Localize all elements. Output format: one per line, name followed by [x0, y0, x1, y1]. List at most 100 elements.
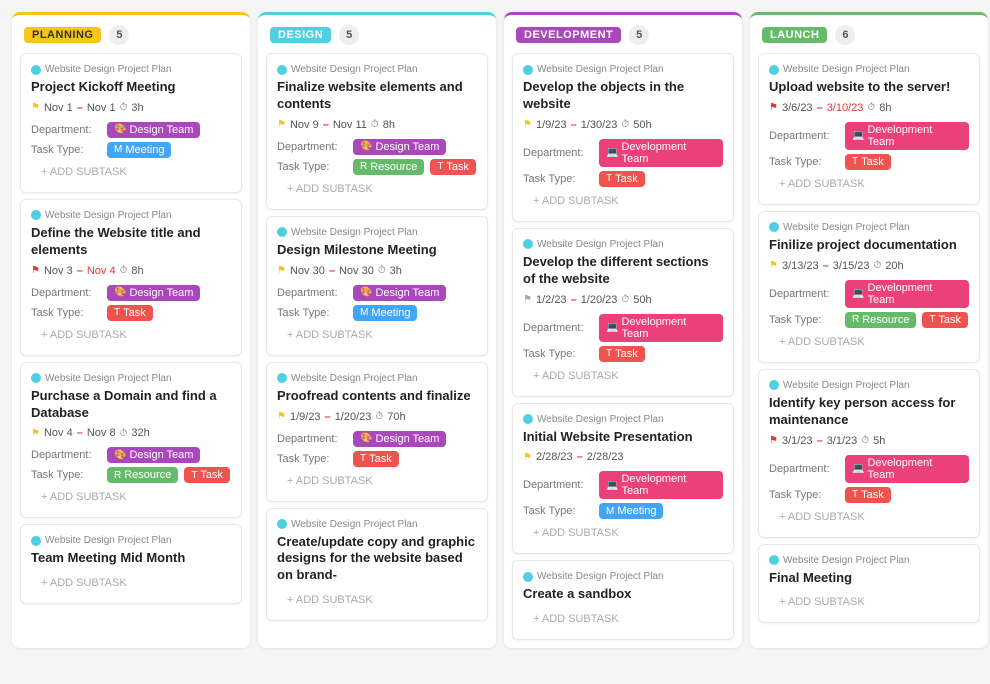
column-count-design: 5 — [339, 25, 359, 45]
card[interactable]: Website Design Project PlanProofread con… — [266, 362, 488, 502]
card[interactable]: Website Design Project PlanDesign Milest… — [266, 216, 488, 356]
card[interactable]: Website Design Project PlanFinal Meeting… — [758, 544, 980, 624]
card-title: Define the Website title and elements — [31, 225, 231, 259]
tasktype-tag-text: Task — [123, 307, 146, 319]
department-tag[interactable]: 🎨Design Team — [353, 139, 446, 155]
card[interactable]: Website Design Project PlanPurchase a Do… — [20, 362, 242, 519]
add-subtask-button[interactable]: + ADD SUBTASK — [277, 471, 477, 491]
add-subtask-button[interactable]: + ADD SUBTASK — [31, 162, 231, 182]
tasktype-tag-icon: M — [606, 506, 614, 517]
date-end: 1/30/23 — [581, 119, 618, 131]
card-title: Create a sandbox — [523, 586, 723, 603]
card[interactable]: Website Design Project PlanDefine the We… — [20, 199, 242, 356]
tasktype-tag[interactable]: MMeeting — [599, 503, 663, 519]
tasktype-row: Task Type:RResourceTTask — [277, 159, 477, 175]
tasktype-tag[interactable]: TTask — [599, 171, 645, 187]
project-name: Website Design Project Plan — [537, 571, 664, 582]
department-tag[interactable]: 💻Development Team — [845, 280, 969, 308]
add-subtask-button[interactable]: + ADD SUBTASK — [31, 573, 231, 593]
add-subtask-button[interactable]: + ADD SUBTASK — [523, 191, 723, 211]
add-subtask-button[interactable]: + ADD SUBTASK — [277, 179, 477, 199]
tasktype-tag[interactable]: TTask — [107, 305, 153, 321]
department-tag[interactable]: 💻Development Team — [845, 122, 969, 150]
department-tag[interactable]: 💻Development Team — [599, 139, 723, 167]
department-row: Department:🎨Design Team — [31, 122, 231, 138]
tasktype-tag[interactable]: MMeeting — [353, 305, 417, 321]
card[interactable]: Website Design Project PlanUpload websit… — [758, 53, 980, 205]
hours-label: 70h — [387, 411, 405, 423]
tasktype-tag[interactable]: TTask — [353, 451, 399, 467]
resource-tag-text: Resource — [862, 314, 909, 326]
tasktype-tag[interactable]: TTask — [845, 154, 891, 170]
tasktype-tag[interactable]: TTask — [430, 159, 476, 175]
resource-tag[interactable]: RResource — [353, 159, 424, 175]
tasktype-label: Task Type: — [769, 489, 839, 501]
tasktype-tag-icon: T — [437, 161, 443, 172]
card[interactable]: Website Design Project PlanProject Kicko… — [20, 53, 242, 193]
flag-icon: ⚑ — [31, 428, 40, 439]
column-badge-launch: LAUNCH — [762, 27, 827, 43]
card-project-label: Website Design Project Plan — [277, 519, 477, 530]
project-dot-icon — [769, 222, 779, 232]
tasktype-tag[interactable]: MMeeting — [107, 142, 171, 158]
card[interactable]: Website Design Project PlanTeam Meeting … — [20, 524, 242, 604]
department-tag-text: Development Team — [621, 141, 716, 165]
card-title: Finilize project documentation — [769, 237, 969, 254]
card-project-label: Website Design Project Plan — [31, 64, 231, 75]
add-subtask-button[interactable]: + ADD SUBTASK — [769, 332, 969, 352]
add-subtask-button[interactable]: + ADD SUBTASK — [523, 523, 723, 543]
department-row: Department:🎨Design Team — [277, 139, 477, 155]
department-tag-text: Design Team — [129, 287, 193, 299]
department-tag[interactable]: 💻Development Team — [845, 455, 969, 483]
card[interactable]: Website Design Project PlanCreate/update… — [266, 508, 488, 622]
tasktype-tag[interactable]: TTask — [184, 467, 230, 483]
resource-tag-icon: R — [852, 314, 859, 325]
add-subtask-button[interactable]: + ADD SUBTASK — [769, 507, 969, 527]
resource-tag-icon: R — [360, 161, 367, 172]
card[interactable]: Website Design Project PlanIdentify key … — [758, 369, 980, 538]
tasktype-label: Task Type: — [769, 156, 839, 168]
flag-icon: ⚑ — [523, 294, 532, 305]
project-dot-icon — [523, 65, 533, 75]
clock-icon: ⏱ — [867, 102, 875, 113]
resource-tag[interactable]: RResource — [845, 312, 916, 328]
add-subtask-button[interactable]: + ADD SUBTASK — [277, 590, 477, 610]
project-name: Website Design Project Plan — [45, 535, 172, 546]
add-subtask-button[interactable]: + ADD SUBTASK — [769, 174, 969, 194]
tasktype-tag[interactable]: TTask — [922, 312, 968, 328]
project-name: Website Design Project Plan — [291, 519, 418, 530]
card[interactable]: Website Design Project PlanFinilize proj… — [758, 211, 980, 363]
department-tag-icon: 🎨 — [114, 287, 126, 298]
card[interactable]: Website Design Project PlanDevelop the d… — [512, 228, 734, 397]
department-tag[interactable]: 🎨Design Team — [107, 285, 200, 301]
department-row: Department:🎨Design Team — [277, 431, 477, 447]
department-tag[interactable]: 🎨Design Team — [353, 431, 446, 447]
add-subtask-button[interactable]: + ADD SUBTASK — [277, 325, 477, 345]
hours-label: 8h — [383, 119, 395, 131]
tasktype-tag[interactable]: TTask — [845, 487, 891, 503]
tasktype-tag[interactable]: TTask — [599, 346, 645, 362]
add-subtask-button[interactable]: + ADD SUBTASK — [31, 325, 231, 345]
card[interactable]: Website Design Project PlanFinalize webs… — [266, 53, 488, 210]
department-tag[interactable]: 🎨Design Team — [353, 285, 446, 301]
add-subtask-button[interactable]: + ADD SUBTASK — [31, 487, 231, 507]
department-tag-icon: 💻 — [852, 130, 864, 141]
department-tag-text: Development Team — [621, 316, 716, 340]
resource-tag[interactable]: RResource — [107, 467, 178, 483]
flag-icon: ⚑ — [523, 452, 532, 463]
add-subtask-button[interactable]: + ADD SUBTASK — [523, 366, 723, 386]
column-header-launch: LAUNCH6 — [750, 15, 988, 53]
department-tag[interactable]: 🎨Design Team — [107, 122, 200, 138]
tasktype-tag-icon: T — [360, 453, 366, 464]
department-tag[interactable]: 💻Development Team — [599, 314, 723, 342]
tasktype-tag-text: Task — [615, 173, 638, 185]
card[interactable]: Website Design Project PlanDevelop the o… — [512, 53, 734, 222]
department-tag[interactable]: 🎨Design Team — [107, 447, 200, 463]
card-title: Upload website to the server! — [769, 79, 969, 96]
add-subtask-button[interactable]: + ADD SUBTASK — [769, 592, 969, 612]
department-tag[interactable]: 💻Development Team — [599, 471, 723, 499]
card[interactable]: Website Design Project Plan Create a sand… — [512, 560, 734, 640]
project-dot-icon — [277, 227, 287, 237]
add-subtask-button[interactable]: + ADD SUBTASK — [523, 609, 723, 629]
card[interactable]: Website Design Project PlanInitial Websi… — [512, 403, 734, 555]
